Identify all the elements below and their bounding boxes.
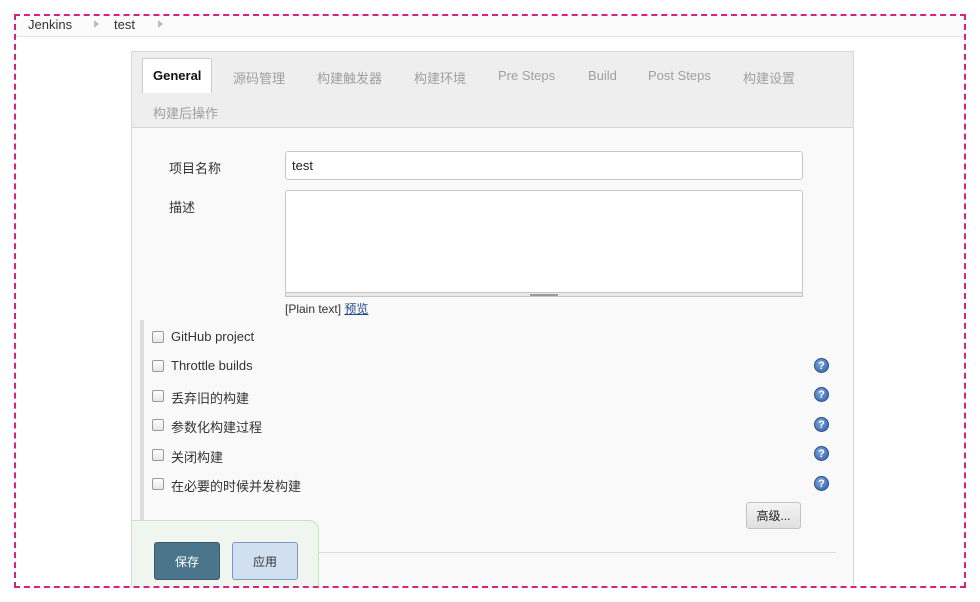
bottom-sticker-bar: 保存 应用 — [131, 520, 319, 586]
breadcrumb: Jenkins test — [16, 16, 964, 37]
option-label: GitHub project — [171, 329, 255, 344]
option-label: 关闭构建 — [171, 450, 224, 465]
textarea-resize-handle[interactable] — [285, 292, 803, 297]
breadcrumb-jenkins[interactable]: Jenkins — [28, 17, 72, 32]
section-tabbar: General 源码管理 构建触发器 构建环境 Pre Steps Build … — [132, 52, 853, 128]
preview-link[interactable]: 预览 — [344, 302, 368, 316]
project-name-label: 项目名称 — [169, 161, 222, 176]
browser-frame: Jenkins test General 源码管理 构建触发器 构建环境 Pre… — [14, 14, 966, 588]
option-label: 参数化构建过程 — [171, 420, 263, 435]
github-project-checkbox[interactable] — [152, 331, 164, 343]
breadcrumb-test[interactable]: test — [114, 17, 135, 32]
tab-build-settings[interactable]: 构建设置 — [743, 68, 795, 87]
option-label: 在必要的时候并发构建 — [171, 479, 302, 494]
advanced-button[interactable]: 高级... — [746, 502, 801, 529]
save-button[interactable]: 保存 — [154, 542, 220, 580]
disable-build-checkbox[interactable] — [152, 449, 164, 461]
option-label: Throttle builds — [171, 358, 253, 373]
tab-build[interactable]: Build — [588, 68, 617, 83]
options-group-rule — [140, 320, 144, 526]
section-divider — [318, 552, 836, 553]
tab-source-management[interactable]: 源码管理 — [233, 68, 285, 87]
discard-old-builds-checkbox[interactable] — [152, 390, 164, 402]
parameterized-build-checkbox[interactable] — [152, 419, 164, 431]
description-format: [Plain text] 预览 — [285, 300, 368, 317]
help-icon[interactable]: ? — [814, 358, 829, 373]
option-label: 丢弃旧的构建 — [171, 391, 250, 406]
tab-build-triggers[interactable]: 构建触发器 — [317, 68, 382, 87]
tab-build-environment[interactable]: 构建环境 — [414, 68, 466, 87]
help-icon[interactable]: ? — [814, 476, 829, 491]
description-label: 描述 — [169, 200, 196, 215]
tab-post-build-actions[interactable]: 构建后操作 — [153, 103, 218, 122]
description-textarea[interactable] — [285, 190, 803, 294]
plain-text-label: [Plain text] — [285, 302, 342, 316]
tab-post-steps[interactable]: Post Steps — [648, 68, 711, 83]
help-icon[interactable]: ? — [814, 387, 829, 402]
throttle-builds-checkbox[interactable] — [152, 360, 164, 372]
config-panel: General 源码管理 构建触发器 构建环境 Pre Steps Build … — [131, 51, 854, 586]
tab-general[interactable]: General — [142, 58, 213, 93]
tab-pre-steps[interactable]: Pre Steps — [498, 68, 555, 83]
apply-button[interactable]: 应用 — [232, 542, 298, 580]
chevron-right-icon[interactable] — [158, 20, 163, 28]
concurrent-builds-checkbox[interactable] — [152, 478, 164, 490]
project-name-input[interactable] — [285, 151, 803, 180]
help-icon[interactable]: ? — [814, 446, 829, 461]
chevron-right-icon — [94, 20, 99, 28]
help-icon[interactable]: ? — [814, 417, 829, 432]
